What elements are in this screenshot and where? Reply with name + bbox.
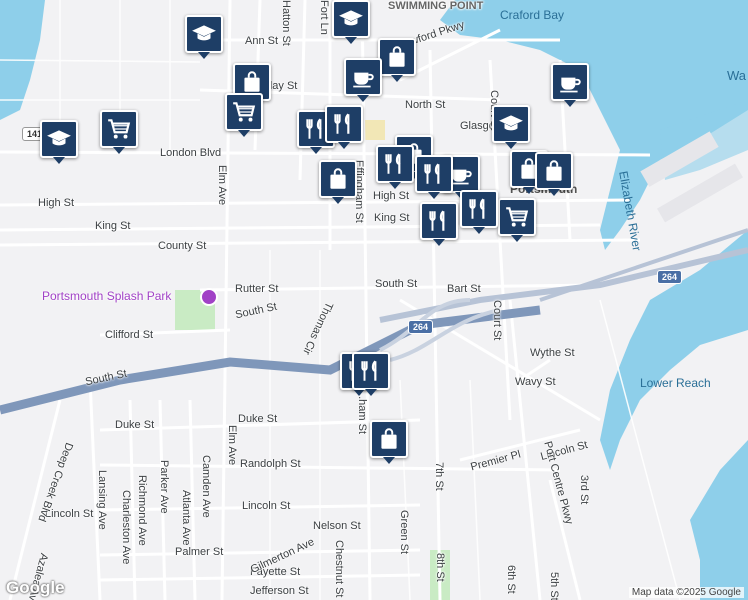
street-county: County St [158, 240, 207, 252]
shopping-bag-icon [239, 69, 265, 95]
google-logo: Google [6, 578, 65, 597]
street-duke-west: Duke St [115, 419, 155, 431]
street-palmer: Palmer St [175, 546, 224, 558]
shopping-cart-icon [231, 99, 257, 125]
street-clifford: Clifford St [105, 329, 154, 341]
map-marker-restaurant[interactable] [420, 202, 458, 246]
map-marker-restaurant[interactable] [352, 352, 390, 396]
graduation-cap-icon [338, 6, 364, 32]
map-marker-restaurant[interactable] [376, 145, 414, 189]
graduation-cap-icon [46, 126, 72, 152]
street-lansing: Lansing Ave [96, 470, 108, 530]
interstate-264-shield-east: 264 [657, 270, 683, 284]
place-wa: Wa [727, 68, 747, 83]
map-marker-restaurant[interactable] [325, 105, 363, 149]
map-marker-restaurant[interactable] [460, 190, 498, 234]
map-marker-shopping-cart[interactable] [100, 110, 138, 154]
street-5th: 5th St [548, 572, 560, 600]
street-elm-south: Elm Ave [226, 425, 238, 466]
place-swimming-point: SWIMMING POINT [388, 0, 484, 12]
map-marker-restaurant[interactable] [415, 155, 453, 199]
street-green: Green St [398, 510, 410, 555]
street-south-center: South St [375, 278, 418, 290]
street-randolph: Randolph St [240, 458, 301, 470]
street-atlanta: Atlanta Ave [180, 490, 192, 546]
street-parker: Parker Ave [158, 460, 170, 514]
place-splash-park[interactable]: Portsmouth Splash Park [42, 289, 171, 303]
street-london: London Blvd [160, 147, 222, 159]
map-marker-coffee-cup[interactable] [551, 63, 589, 107]
street-wavy: Wavy St [515, 376, 556, 388]
street-charleston: Charleston Ave [120, 490, 132, 565]
street-court-south: Court St [491, 300, 503, 341]
street-bart: Bart St [447, 283, 481, 295]
street-ann: Ann St [245, 35, 279, 47]
shopping-cart-icon [106, 116, 132, 142]
coffee-cup-icon [350, 64, 376, 90]
map-marker-shopping-bag[interactable] [535, 152, 573, 196]
map-marker-shopping-bag[interactable] [378, 38, 416, 82]
street-nelson: Nelson St [313, 520, 361, 532]
shopping-bag-icon [541, 158, 567, 184]
street-high-west: High St [38, 197, 75, 209]
map-marker-graduation-cap[interactable] [332, 0, 370, 44]
restaurant-icon [426, 208, 452, 234]
street-richmond: Richmond Ave [136, 475, 148, 546]
street-north: North St [405, 99, 446, 111]
street-8th: 8th St [434, 553, 446, 582]
street-duke-center: Duke St [238, 413, 278, 425]
map-attribution[interactable]: Map data ©2025 Google [628, 587, 744, 598]
street-lincoln-center: Lincoln St [242, 500, 291, 512]
place-crawford-bay: Craford Bay [500, 8, 565, 22]
street-lincoln-west: Lincoln St [45, 508, 94, 520]
street-rutter: Rutter St [235, 283, 279, 295]
street-elm-north: Elm Ave [216, 165, 228, 206]
street-wythe: Wythe St [530, 347, 575, 359]
map-marker-shopping-bag[interactable] [370, 420, 408, 464]
place-lower-reach: Lower Reach [640, 376, 711, 390]
restaurant-icon [331, 111, 357, 137]
street-king-west: King St [95, 220, 131, 232]
street-3rd: 3rd St [578, 475, 590, 505]
interstate-264-shield: 264 [408, 320, 434, 334]
splash-park-icon[interactable] [200, 288, 218, 306]
street-7th: 7th St [433, 462, 445, 491]
shopping-cart-icon [504, 204, 530, 230]
map-marker-graduation-cap[interactable] [185, 15, 223, 59]
street-jefferson: Jefferson St [250, 585, 309, 597]
map-marker-graduation-cap[interactable] [492, 105, 530, 149]
street-fort: Fort Ln [318, 0, 330, 35]
map-marker-shopping-cart[interactable] [498, 198, 536, 242]
street-camden: Camden Ave [200, 455, 212, 518]
restaurant-icon [421, 161, 447, 187]
shopping-bag-icon [376, 426, 402, 452]
street-chestnut: Chestnut St [333, 540, 345, 598]
shopping-bag-icon [325, 166, 351, 192]
graduation-cap-icon [191, 21, 217, 47]
street-effingham-south: ...ham St [356, 390, 368, 435]
restaurant-icon [382, 151, 408, 177]
coffee-cup-icon [557, 69, 583, 95]
map-marker-shopping-cart[interactable] [225, 93, 263, 137]
map-marker-graduation-cap[interactable] [40, 120, 78, 164]
street-hatton: Hatton St [280, 0, 292, 46]
street-high-center: High St [373, 190, 410, 202]
street-6th: 6th St [505, 565, 517, 594]
map-marker-shopping-bag[interactable] [319, 160, 357, 204]
street-king-center: King St [374, 212, 410, 224]
restaurant-icon [466, 196, 492, 222]
map-canvas[interactable]: Ann St Crawford Pkwy North St Glasgow St… [0, 0, 748, 600]
map-marker-coffee-cup[interactable] [344, 58, 382, 102]
graduation-cap-icon [498, 111, 524, 137]
shopping-bag-icon [384, 44, 410, 70]
restaurant-icon [358, 358, 384, 384]
